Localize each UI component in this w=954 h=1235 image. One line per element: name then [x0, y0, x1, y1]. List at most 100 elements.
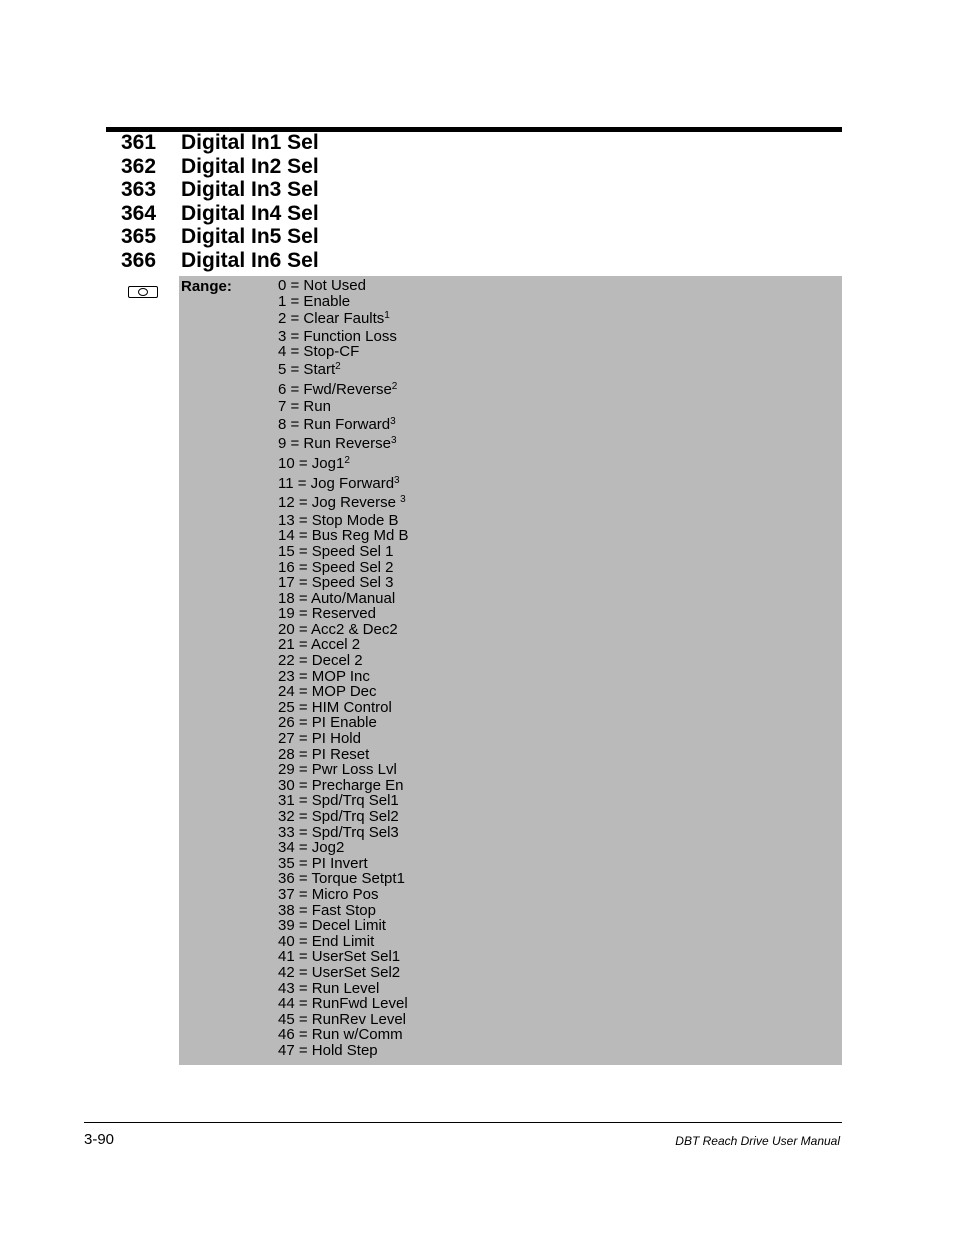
range-option-text: 29 = Pwr Loss Lvl — [278, 761, 397, 779]
range-option: 14 = Bus Reg Md B — [278, 528, 409, 544]
range-option: 23 = MOP Inc — [278, 667, 409, 685]
range-option: 28 = PI Reset — [278, 745, 409, 763]
range-option: 36 = Torque Setpt1 — [278, 871, 409, 887]
range-option-text: 28 = PI Reset — [278, 745, 370, 763]
range-option-text: 11 = Jog Forward — [278, 474, 395, 492]
parameter-name: Digital In6 Sel — [181, 248, 319, 272]
parameter-number: 366 — [121, 248, 157, 272]
range-option: 5 = Start2 — [278, 360, 409, 380]
parameter-number: 364 — [121, 201, 157, 225]
range-option-text: 26 = PI Enable — [278, 714, 377, 732]
range-option-text: 19 = Reserved — [278, 605, 376, 623]
range-option: 33 = Spd/Trq Sel3 — [278, 823, 409, 841]
footnote-marker: 2 — [344, 454, 350, 466]
range-option: 17 = Speed Sel 3 — [278, 575, 409, 591]
footnote-marker: 2 — [335, 360, 341, 372]
range-option: 38 = Fast Stop — [278, 901, 409, 919]
range-option-text: 34 = Jog2 — [278, 839, 345, 857]
range-option-text: 0 = Not Used — [278, 277, 366, 294]
range-option-text: 20 = Acc2 & Dec2 — [278, 620, 398, 638]
range-option-text: 38 = Fast Stop — [278, 901, 376, 919]
range-option-text: 7 = Run — [278, 398, 331, 416]
manual-title: DBT Reach Drive User Manual — [675, 1134, 840, 1148]
range-option-text: 18 = Auto/Manual — [278, 589, 396, 607]
range-option: 13 = Stop Mode B — [278, 512, 409, 529]
parameter-name: Digital In1 Sel — [181, 131, 319, 154]
range-option-text: 41 = UserSet Sel1 — [278, 948, 401, 966]
range-option-text: 47 = Hold Step — [278, 1041, 378, 1059]
range-option-text: 44 = RunFwd Level — [278, 995, 408, 1013]
range-option-text: 33 = Spd/Trq Sel3 — [278, 823, 399, 841]
camera-lens — [138, 288, 148, 296]
range-option: 42 = UserSet Sel2 — [278, 965, 409, 981]
range-option-text: 27 = PI Hold — [278, 730, 361, 748]
range-option: 39 = Decel Limit — [278, 918, 409, 934]
range-option-text: 12 = Jog Reverse — [278, 494, 401, 512]
range-option: 20 = Acc2 & Dec2 — [278, 622, 409, 638]
parameter-name: Digital In2 Sel — [181, 154, 319, 178]
page-number: 3-90 — [84, 1131, 115, 1148]
footnote-marker: 3 — [390, 415, 396, 427]
range-option: 9 = Run Reverse3 — [278, 434, 409, 454]
range-option: 12 = Jog Reverse 3 — [278, 493, 409, 513]
range-option: 18 = Auto/Manual — [278, 589, 409, 607]
range-label: Range: — [181, 278, 232, 295]
range-option-text: 39 = Decel Limit — [278, 917, 386, 935]
range-option-text: 14 = Bus Reg Md B — [278, 527, 409, 545]
range-option-text: 43 = Run Level — [278, 979, 380, 997]
range-option: 0 = Not Used — [278, 278, 409, 294]
parameter-title-row: 365 Digital In5 Sel — [121, 225, 319, 249]
footnote-marker: 3 — [400, 494, 406, 506]
range-option-text: 21 = Accel 2 — [278, 636, 361, 654]
range-option-text: 37 = Micro Pos — [278, 885, 379, 903]
range-option: 16 = Speed Sel 2 — [278, 558, 409, 576]
range-option: 10 = Jog12 — [278, 454, 409, 474]
range-option-text: 15 = Speed Sel 1 — [278, 542, 394, 560]
range-option: 44 = RunFwd Level — [278, 996, 409, 1012]
range-option-text: 35 = PI Invert — [278, 854, 368, 872]
footer-rule — [84, 1122, 842, 1123]
parameter-number: 362 — [121, 154, 157, 178]
range-option: 8 = Run Forward3 — [278, 415, 409, 435]
range-option-text: 36 = Torque Setpt1 — [278, 870, 405, 888]
range-option: 29 = Pwr Loss Lvl — [278, 762, 409, 778]
range-option-text: 32 = Spd/Trq Sel2 — [278, 808, 399, 825]
range-option-text: 40 = End Limit — [278, 932, 375, 950]
range-option-text: 31 = Spd/Trq Sel1 — [278, 792, 399, 810]
range-option: 2 = Clear Faults1 — [278, 309, 409, 329]
footnote-marker: 1 — [384, 310, 390, 322]
range-option-text: 2 = Clear Faults — [278, 310, 385, 328]
parameter-number: 361 — [121, 131, 157, 154]
range-option: 11 = Jog Forward3 — [278, 474, 409, 494]
range-option-text: 16 = Speed Sel 2 — [278, 558, 394, 576]
parameter-title-row: 366 Digital In6 Sel — [121, 249, 319, 273]
range-option-text: 30 = Precharge En — [278, 776, 404, 794]
parameter-title-row: 364 Digital In4 Sel — [121, 202, 319, 226]
parameter-title-row: 362 Digital In2 Sel — [121, 155, 319, 179]
parameter-title-row: 361 Digital In1 Sel — [121, 131, 319, 155]
range-option-text: 6 = Fwd/Reverse — [278, 380, 392, 398]
range-option: 34 = Jog2 — [278, 840, 409, 856]
range-option-text: 4 = Stop-CF — [278, 343, 360, 361]
range-option: 6 = Fwd/Reverse2 — [278, 380, 409, 400]
range-option: 4 = Stop-CF — [278, 344, 409, 360]
range-option-text: 45 = RunRev Level — [278, 1010, 406, 1028]
range-option: 43 = Run Level — [278, 979, 409, 997]
range-option-text: 25 = HIM Control — [278, 698, 392, 716]
range-option: 40 = End Limit — [278, 932, 409, 950]
range-option: 26 = PI Enable — [278, 715, 409, 731]
parameter-title-row: 363 Digital In3 Sel — [121, 178, 319, 202]
range-option-text: 42 = UserSet Sel2 — [278, 963, 401, 981]
range-option-text: 5 = Start — [278, 360, 336, 378]
range-option: 3 = Function Loss — [278, 327, 409, 345]
parameter-number: 363 — [121, 178, 157, 201]
range-option: 35 = PI Invert — [278, 854, 409, 872]
range-option: 30 = Precharge En — [278, 778, 409, 794]
range-option: 46 = Run w/Comm — [278, 1027, 409, 1043]
range-option: 7 = Run — [278, 399, 409, 415]
range-option: 47 = Hold Step — [278, 1043, 409, 1059]
range-option-text: 24 = MOP Dec — [278, 683, 377, 701]
range-option-text: 46 = Run w/Comm — [278, 1026, 403, 1044]
range-option-text: 23 = MOP Inc — [278, 667, 370, 685]
range-option-text: 3 = Function Loss — [278, 327, 397, 345]
